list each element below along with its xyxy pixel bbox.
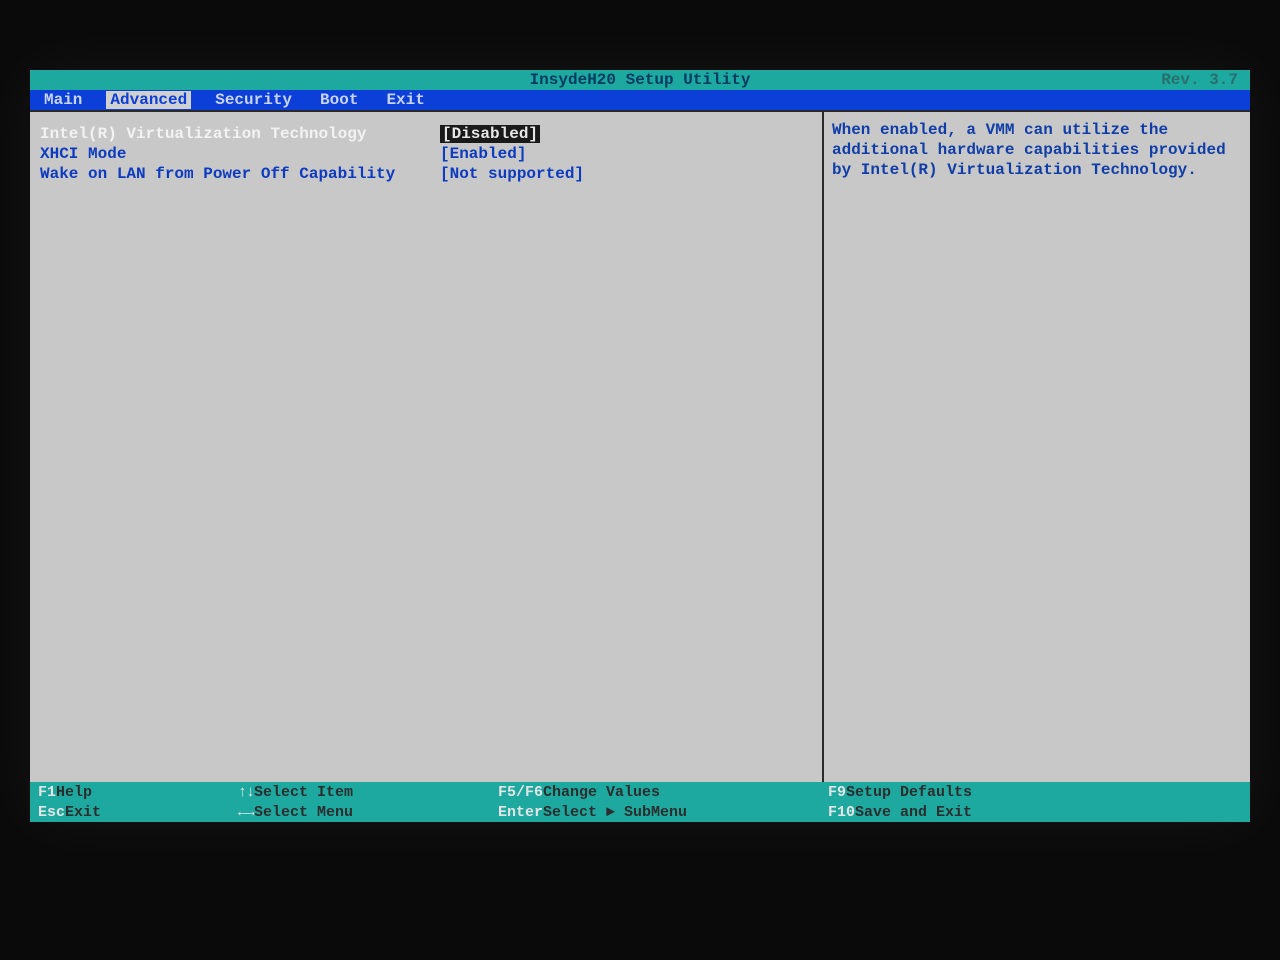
footer-setup-defaults: F9 Setup Defaults: [828, 782, 1242, 802]
menu-advanced[interactable]: Advanced: [106, 91, 191, 109]
setting-value: [Enabled]: [440, 144, 690, 164]
title-text: InsydeH20 Setup Utility: [530, 71, 751, 89]
content-area: Intel(R) Virtualization Technology [Disa…: [30, 110, 1250, 782]
help-pane: When enabled, a VMM can utilize the addi…: [824, 112, 1250, 782]
menu-boot[interactable]: Boot: [316, 91, 362, 109]
revision-text: Rev. 3.7: [1161, 71, 1238, 89]
setting-row-wol[interactable]: Wake on LAN from Power Off Capability [N…: [40, 164, 690, 184]
title-bar: InsydeH20 Setup Utility Rev. 3.7: [30, 70, 1250, 90]
bios-screen: InsydeH20 Setup Utility Rev. 3.7 Main Ad…: [30, 70, 1250, 820]
setting-label: XHCI Mode: [40, 144, 440, 164]
footer-select-menu: ←→ Select Menu: [238, 802, 498, 822]
setting-label: Intel(R) Virtualization Technology: [40, 124, 440, 144]
settings-pane: Intel(R) Virtualization Technology [Disa…: [30, 112, 824, 782]
menu-security[interactable]: Security: [211, 91, 296, 109]
menu-main[interactable]: Main: [40, 91, 86, 109]
footer-save-exit: F10 Save and Exit: [828, 802, 1242, 822]
setting-value: [Disabled]: [440, 124, 690, 144]
footer-bar: F1 Help ↑↓ Select Item F5/F6 Change Valu…: [30, 782, 1250, 822]
menu-bar: Main Advanced Security Boot Exit: [30, 90, 1250, 110]
footer-select-item: ↑↓ Select Item: [238, 782, 498, 802]
footer-change-values: F5/F6 Change Values: [498, 782, 828, 802]
setting-value: [Not supported]: [440, 164, 690, 184]
footer-esc-exit: Esc Exit: [38, 802, 238, 822]
footer-enter-submenu: Enter Select ► SubMenu: [498, 802, 828, 822]
footer-f1-help: F1 Help: [38, 782, 238, 802]
setting-row-xhci[interactable]: XHCI Mode [Enabled]: [40, 144, 690, 164]
menu-exit[interactable]: Exit: [382, 91, 428, 109]
setting-row-virtualization[interactable]: Intel(R) Virtualization Technology [Disa…: [40, 124, 690, 144]
help-text: When enabled, a VMM can utilize the addi…: [832, 120, 1242, 180]
setting-label: Wake on LAN from Power Off Capability: [40, 164, 440, 184]
settings-table: Intel(R) Virtualization Technology [Disa…: [40, 124, 690, 184]
